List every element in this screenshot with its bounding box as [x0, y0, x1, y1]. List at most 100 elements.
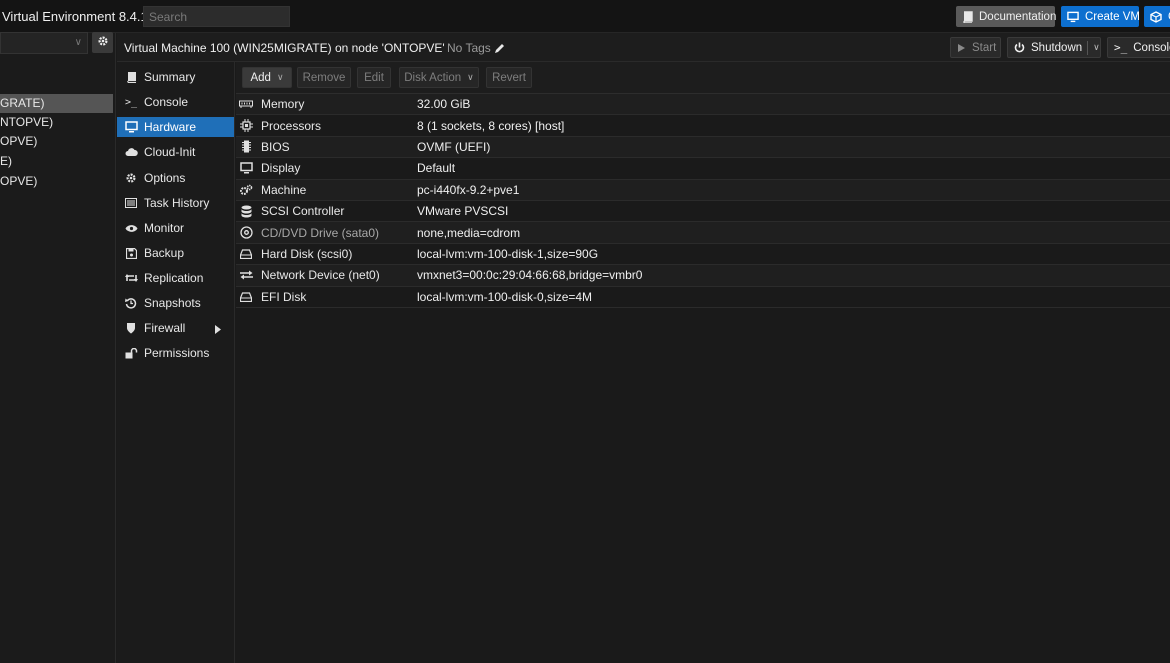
microchip-icon — [239, 140, 253, 153]
divider — [1087, 40, 1089, 55]
revert-label: Revert — [492, 71, 526, 84]
book-icon — [962, 10, 973, 23]
disk-action-button[interactable]: Disk Action ∨ — [399, 67, 479, 88]
nav-item-permissions[interactable]: Permissions — [117, 343, 234, 363]
nav-item-replication[interactable]: Replication — [117, 268, 234, 288]
unlock-icon — [124, 347, 138, 359]
nav-item-task-history[interactable]: Task History — [117, 193, 234, 213]
nav-item-label: Options — [144, 171, 186, 185]
cpu-icon — [239, 119, 253, 133]
disk-action-label: Disk Action — [404, 71, 462, 84]
nav-item-console[interactable]: >_ Console — [117, 92, 234, 112]
tree-item[interactable]: E) — [0, 152, 113, 171]
hdd-icon — [239, 249, 253, 259]
edit-button[interactable]: Edit — [357, 67, 391, 88]
table-row[interactable]: CD/DVD Drive (sata0) none,media=cdrom — [236, 222, 1170, 244]
vm-header: Virtual Machine 100 (WIN25MIGRATE) on no… — [117, 33, 1170, 62]
desktop-icon — [1067, 11, 1079, 23]
chevron-down-icon: ∨ — [276, 72, 284, 82]
hardware-grid: Memory 32.00 GiB Processors 8 (1 sockets… — [236, 94, 1170, 308]
table-row[interactable]: EFI Disk local-lvm:vm-100-disk-0,size=4M — [236, 286, 1170, 308]
nav-item-summary[interactable]: Summary — [117, 67, 234, 87]
floppy-icon — [124, 247, 138, 259]
power-icon — [1014, 42, 1025, 53]
row-value: VMware PVSCSI — [417, 204, 509, 219]
memory-icon — [239, 100, 253, 109]
server-view-select[interactable]: ∨ — [0, 32, 88, 54]
app-title: Virtual Environment 8.4.1 — [2, 9, 148, 24]
documentation-button[interactable]: Documentation — [956, 6, 1057, 27]
cloud-icon — [124, 147, 138, 157]
remove-button[interactable]: Remove — [297, 67, 351, 88]
row-key: Machine — [261, 182, 307, 197]
revert-button[interactable]: Revert — [486, 67, 532, 88]
row-key: BIOS — [261, 139, 290, 154]
nav-item-firewall[interactable]: Firewall — [117, 318, 234, 338]
nav-item-label: Monitor — [144, 221, 185, 235]
cdrom-icon — [239, 226, 253, 239]
tags-editor[interactable]: No Tags — [447, 41, 505, 55]
monitor-icon — [239, 162, 253, 174]
row-key: CD/DVD Drive (sata0) — [261, 225, 380, 240]
tree-item[interactable]: OPVE) — [0, 172, 113, 191]
gear-icon — [97, 35, 109, 50]
console-button[interactable]: >_ Console — [1107, 37, 1170, 58]
nav-item-label: Task History — [144, 196, 210, 210]
table-row[interactable]: Display Default — [236, 158, 1170, 180]
nav-item-label: Replication — [144, 271, 204, 285]
caret-right-icon[interactable] — [215, 323, 221, 337]
add-button[interactable]: Add ∨ — [242, 67, 292, 88]
table-row[interactable]: BIOS OVMF (UEFI) — [236, 136, 1170, 159]
terminal-icon: >_ — [124, 96, 138, 108]
nav-item-monitor[interactable]: Monitor — [117, 218, 234, 238]
chevron-down-icon: ∨ — [467, 72, 474, 82]
shutdown-button[interactable]: Shutdown ∨ — [1007, 37, 1101, 58]
nav-item-backup[interactable]: Backup — [117, 243, 234, 263]
terminal-icon: >_ — [1114, 41, 1128, 54]
nav-item-label: Hardware — [144, 120, 197, 134]
history-icon — [124, 297, 138, 309]
nav-item-label: Backup — [144, 246, 185, 260]
row-key: Display — [261, 161, 301, 176]
tree-item[interactable]: OPVE) — [0, 132, 113, 151]
table-row[interactable]: Memory 32.00 GiB — [236, 94, 1170, 116]
start-button[interactable]: Start — [950, 37, 1001, 58]
row-value: pc-i440fx-9.2+pve1 — [417, 182, 520, 197]
chevron-down-icon[interactable]: ∨ — [1093, 42, 1100, 53]
cube-icon — [1150, 10, 1162, 23]
row-value: 32.00 GiB — [417, 97, 471, 112]
hdd-icon — [239, 292, 253, 302]
documentation-label: Documentation — [979, 10, 1057, 23]
table-row[interactable]: Hard Disk (scsi0) local-lvm:vm-100-disk-… — [236, 243, 1170, 266]
list-icon — [124, 198, 138, 208]
nav-item-hardware[interactable]: Hardware — [117, 117, 234, 137]
database-icon — [239, 205, 253, 218]
row-value: vmxnet3=00:0c:29:04:66:68,bridge=vmbr0 — [417, 268, 643, 283]
tree-item[interactable]: NTOPVE) — [0, 113, 113, 132]
edit-label: Edit — [364, 71, 384, 84]
play-icon — [957, 43, 966, 53]
row-key: Hard Disk (scsi0) — [261, 246, 353, 261]
tree-settings-button[interactable] — [92, 32, 113, 53]
remove-label: Remove — [302, 71, 346, 84]
shield-icon — [124, 322, 138, 334]
tree-item[interactable]: GRATE) — [0, 94, 113, 113]
table-row[interactable]: SCSI Controller VMware PVSCSI — [236, 200, 1170, 223]
cogs-icon — [239, 184, 253, 196]
create-ct-button[interactable]: C — [1144, 6, 1170, 27]
search-input[interactable]: Search — [143, 6, 290, 27]
nav-item-cloud-init[interactable]: Cloud-Init — [117, 142, 234, 162]
table-row[interactable]: Machine pc-i440fx-9.2+pve1 — [236, 179, 1170, 201]
create-vm-button[interactable]: Create VM — [1061, 6, 1140, 27]
top-bar: Virtual Environment 8.4.1 Search Documen… — [0, 0, 1170, 33]
row-value: local-lvm:vm-100-disk-1,size=90G — [417, 246, 599, 261]
chevron-down-icon: ∨ — [74, 37, 82, 48]
desktop-icon — [124, 121, 138, 133]
nav-item-options[interactable]: Options — [117, 168, 234, 188]
table-row[interactable]: Network Device (net0) vmxnet3=00:0c:29:0… — [236, 265, 1170, 287]
table-row[interactable]: Processors 8 (1 sockets, 8 cores) [host] — [236, 115, 1170, 137]
row-key: Network Device (net0) — [261, 268, 380, 283]
eye-icon — [124, 224, 138, 233]
nav-item-snapshots[interactable]: Snapshots — [117, 293, 234, 313]
pencil-icon[interactable] — [494, 43, 505, 54]
